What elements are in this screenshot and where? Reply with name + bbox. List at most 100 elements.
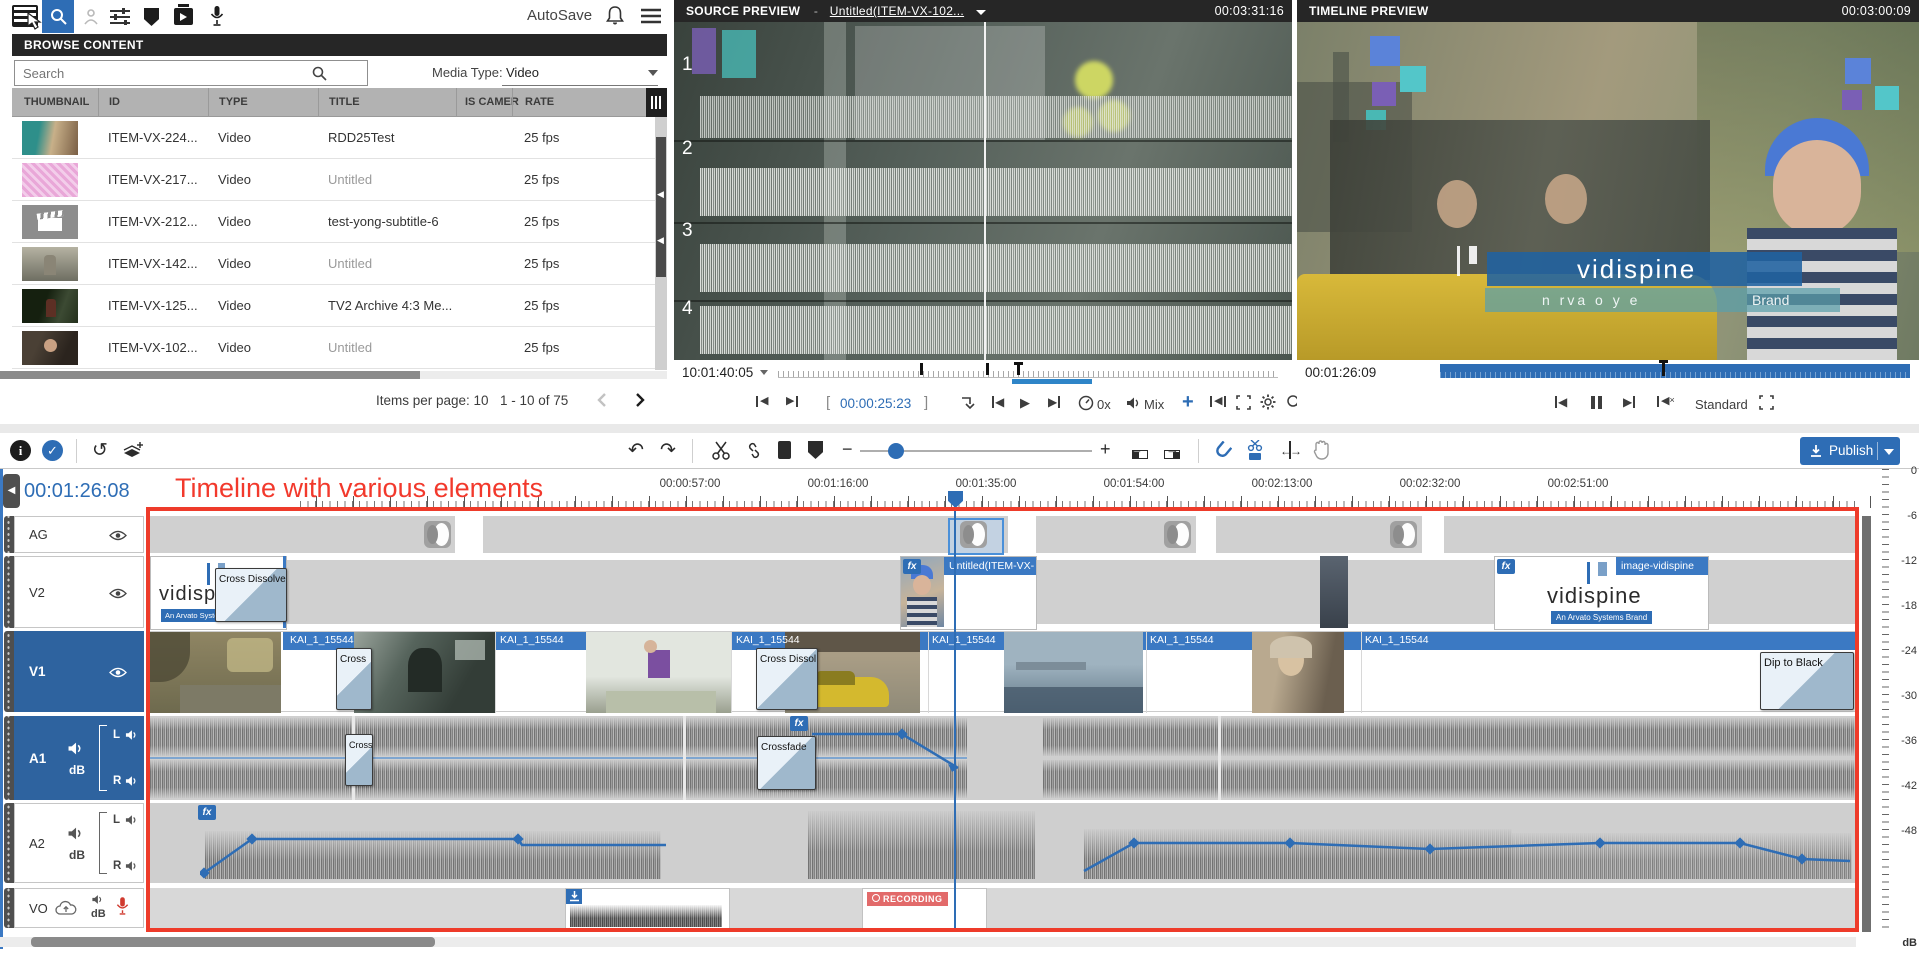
- track-db-label[interactable]: dB: [91, 908, 106, 920]
- track-volume-icon[interactable]: [91, 894, 104, 905]
- track-lane-v2[interactable]: vidispine An Arvato Systems Brand Cross …: [150, 556, 1856, 628]
- a1-volume-automation[interactable]: [810, 716, 970, 800]
- channel-l-speaker-icon[interactable]: [125, 729, 138, 741]
- a2-volume-automation-1[interactable]: [200, 803, 670, 883]
- quality-selector[interactable]: Standard: [1695, 397, 1748, 412]
- go-to-end-button[interactable]: ▶: [1048, 396, 1060, 408]
- items-per-page-label[interactable]: Items per page: 10: [376, 393, 489, 408]
- notifications-bell-icon[interactable]: [606, 6, 624, 26]
- next-page-button[interactable]: [634, 392, 646, 408]
- timeline-vertical-scrollbar[interactable]: [1862, 516, 1871, 932]
- search-tool-tile[interactable]: [42, 0, 74, 33]
- a2-volume-automation-2[interactable]: [1080, 803, 1855, 883]
- zoom-slider-handle[interactable]: [888, 443, 904, 459]
- vo-clip-recorded[interactable]: [565, 888, 730, 930]
- vo-download-badge[interactable]: [566, 889, 582, 904]
- fx-badge[interactable]: fx: [1497, 559, 1515, 574]
- table-horizontal-scrollbar[interactable]: [0, 371, 667, 379]
- redo-button[interactable]: ↷: [660, 439, 676, 462]
- microphone-tool-icon[interactable]: [210, 6, 224, 27]
- col-is-camera[interactable]: IS CAMERA: [456, 88, 519, 117]
- speed-gauge-icon[interactable]: [1078, 395, 1094, 411]
- track-drag-handle[interactable]: [4, 803, 14, 883]
- source-mini-ruler[interactable]: [778, 368, 1278, 378]
- transition-crossfade-small[interactable]: Crossfade: [345, 734, 373, 786]
- channel-r-speaker-icon[interactable]: [125, 860, 138, 872]
- audio-mix-icon[interactable]: [1126, 396, 1141, 410]
- track-lane-a1[interactable]: Crossfade fx Crossfade: [150, 716, 1856, 800]
- visibility-eye-icon[interactable]: [109, 530, 127, 541]
- extract-button[interactable]: →: [1162, 441, 1182, 459]
- track-drag-handle[interactable]: [4, 716, 14, 800]
- channel-l-speaker-icon[interactable]: [125, 814, 138, 826]
- timeline-horizontal-scrollbar[interactable]: [0, 937, 1856, 947]
- info-button[interactable]: i: [10, 440, 31, 461]
- fx-badge[interactable]: fx: [790, 716, 808, 731]
- razor-button[interactable]: [1246, 440, 1264, 461]
- record-mic-icon[interactable]: [116, 897, 129, 917]
- delete-button[interactable]: [778, 441, 791, 459]
- undo-button[interactable]: ↶: [628, 439, 644, 462]
- track-volume-icon[interactable]: [67, 741, 84, 756]
- effects-tool-icon[interactable]: [82, 8, 100, 26]
- col-rate[interactable]: RATE: [512, 88, 645, 117]
- fullscreen-button[interactable]: [1236, 395, 1251, 410]
- track-db-label[interactable]: dB: [69, 763, 85, 777]
- source-clip-caret-icon[interactable]: [976, 10, 986, 15]
- source-timecode-caret-icon[interactable]: [760, 370, 768, 375]
- table-row[interactable]: ITEM-VX-125... Video TV2 Archive 4:3 Me.…: [12, 285, 667, 327]
- hand-tool-button[interactable]: [1312, 440, 1330, 461]
- cut-scissors-button[interactable]: [712, 441, 730, 460]
- track-drag-handle[interactable]: [4, 888, 14, 928]
- fullscreen-button[interactable]: [1759, 395, 1774, 410]
- settings-sliders-icon[interactable]: [110, 8, 130, 25]
- marker-in[interactable]: [920, 363, 923, 375]
- zoom-out-button[interactable]: −: [842, 439, 853, 460]
- v1-thumb-office[interactable]: [586, 632, 731, 713]
- search-submit-icon[interactable]: [312, 66, 327, 81]
- add-layer-button[interactable]: [122, 441, 144, 461]
- table-row[interactable]: ITEM-VX-102... Video Untitled 25 fps ⁝: [12, 327, 667, 369]
- graphic-marker[interactable]: [1164, 521, 1191, 548]
- media-type-caret-icon[interactable]: [648, 70, 658, 76]
- transition-dip-to-black[interactable]: Dip to Black: [1760, 652, 1854, 710]
- io-timecode[interactable]: 00:00:25:23: [840, 396, 911, 411]
- vo-clip-recording[interactable]: RECORDING: [862, 888, 987, 930]
- source-clip-selector[interactable]: Untitled(ITEM-VX-102...: [830, 4, 964, 18]
- track-db-label[interactable]: dB: [69, 848, 85, 862]
- reset-button[interactable]: ↺: [92, 439, 108, 462]
- scrollbar-thumb[interactable]: [0, 371, 420, 379]
- v2-clip-image-vidispine[interactable]: vidispine An Arvato Systems Brand fx ima…: [1494, 556, 1709, 630]
- export-selection-icon[interactable]: [960, 396, 976, 410]
- table-row[interactable]: ITEM-VX-212... Video test-yong-subtitle-…: [12, 201, 667, 243]
- mix-label[interactable]: Mix: [1144, 397, 1164, 412]
- snap-magnet-button[interactable]: [1214, 441, 1232, 460]
- track-drag-handle[interactable]: [4, 631, 14, 712]
- col-id[interactable]: ID: [98, 88, 209, 117]
- collapse-panel-tab[interactable]: ◀: [3, 474, 20, 508]
- play-button[interactable]: ▶: [1020, 396, 1030, 409]
- settings-gear-icon[interactable]: [1260, 394, 1276, 410]
- trim-button[interactable]: ← →: [1280, 441, 1302, 459]
- transition-crossfade[interactable]: Crossfade: [757, 736, 816, 790]
- graphic-marker[interactable]: [424, 521, 451, 548]
- lift-button[interactable]: ←: [1130, 441, 1150, 459]
- v1-thumb-harbor[interactable]: [1004, 632, 1143, 713]
- go-to-end-button[interactable]: ▶: [1623, 396, 1635, 408]
- visibility-eye-icon[interactable]: [109, 588, 127, 599]
- center-playhead-button[interactable]: ◀: [1210, 396, 1226, 407]
- publish-caret-icon[interactable]: [1884, 449, 1894, 455]
- transition-cross-dissolve[interactable]: Cross Dissolve: [215, 568, 287, 622]
- v1-thumb-woman[interactable]: [1252, 632, 1344, 713]
- speed-value[interactable]: 0x: [1097, 397, 1111, 412]
- table-row[interactable]: ITEM-VX-217... Video Untitled 25 fps ⁝: [12, 159, 667, 201]
- channel-r-speaker-icon[interactable]: [125, 775, 138, 787]
- table-row[interactable]: ITEM-VX-142... Video Untitled 25 fps ⁝: [12, 243, 667, 285]
- track-header-v2[interactable]: V2: [4, 556, 144, 628]
- pause-button[interactable]: [1591, 396, 1603, 409]
- source-selected-range[interactable]: [1012, 379, 1092, 384]
- fx-badge[interactable]: fx: [903, 559, 921, 574]
- track-drag-handle[interactable]: [4, 556, 14, 628]
- marker-tool-icon[interactable]: [144, 8, 159, 26]
- export-tool-icon[interactable]: [174, 8, 193, 25]
